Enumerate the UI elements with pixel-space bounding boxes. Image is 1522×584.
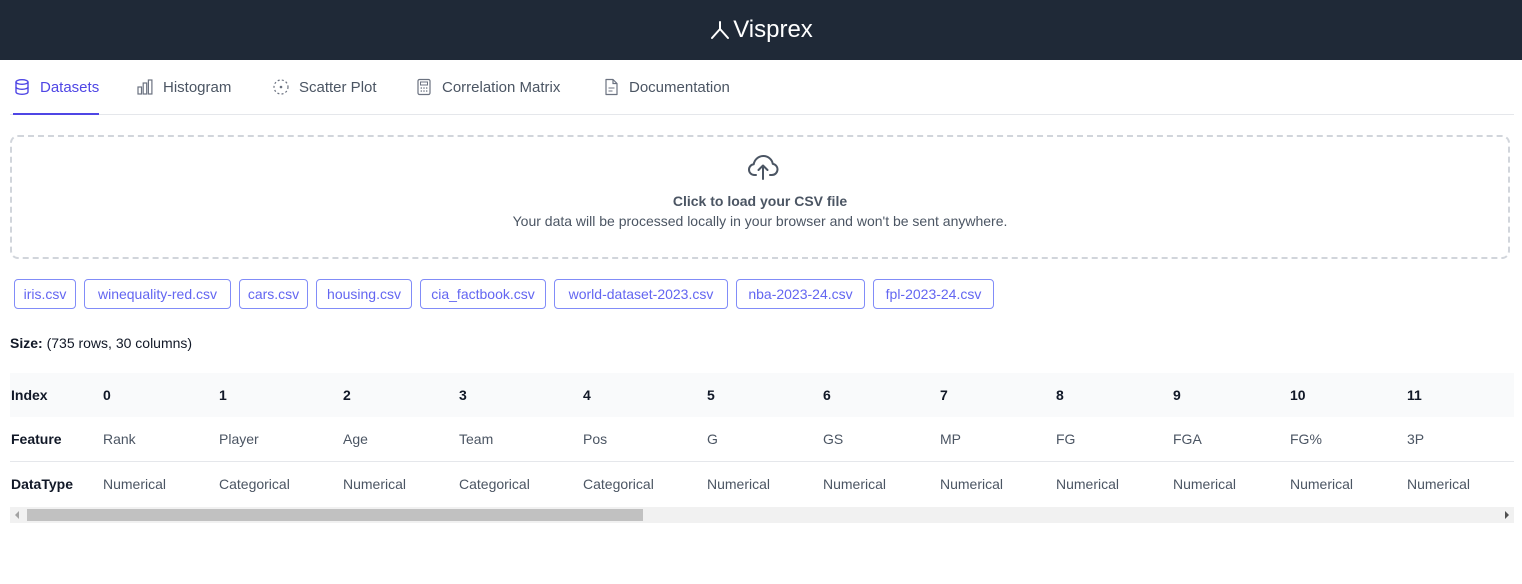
feature-cell: 3P (1407, 431, 1425, 447)
feature-cell: G (707, 431, 718, 447)
table-row-index: Index 0 1 2 3 4 5 6 7 8 9 10 11 (10, 373, 1514, 417)
feature-cell: MP (940, 431, 961, 447)
feature-cell: Age (343, 431, 368, 447)
calculator-icon (417, 78, 431, 96)
top-navbar: Visprex (0, 0, 1522, 60)
tab-histogram[interactable]: Histogram (136, 60, 231, 114)
datatype-cell: Numerical (1173, 476, 1237, 492)
tab-label: Scatter Plot (299, 78, 377, 96)
app-title: Visprex (733, 16, 813, 43)
scroll-right-arrow-icon[interactable] (1505, 511, 1509, 519)
row-label-feature: Feature (11, 431, 62, 447)
dataset-chip-housing[interactable]: housing.csv (316, 279, 412, 309)
datatype-cell: Numerical (343, 476, 407, 492)
tab-label: Histogram (163, 78, 232, 96)
tab-label: Datasets (40, 78, 100, 96)
row-label-index: Index (11, 387, 48, 403)
size-label: Size: (10, 335, 43, 351)
scrollbar-thumb[interactable] (27, 509, 643, 521)
datatype-cell: Numerical (1407, 476, 1471, 492)
dataset-chip-nba-2023-24[interactable]: nba-2023-24.csv (736, 279, 865, 309)
upload-subtitle: Your data will be processed locally in y… (512, 213, 1008, 229)
feature-cell: FG% (1290, 431, 1322, 447)
index-cell: 1 (219, 387, 227, 403)
document-icon (605, 78, 618, 96)
feature-cell: Team (459, 431, 494, 447)
upload-title: Click to load your CSV file (672, 193, 848, 209)
schema-table: Index 0 1 2 3 4 5 6 7 8 9 10 11 Feature … (10, 373, 1514, 506)
feature-cell: Pos (583, 431, 608, 447)
feature-cell: FG (1056, 431, 1076, 447)
index-cell: 11 (1407, 387, 1422, 403)
scroll-left-arrow-icon[interactable] (15, 511, 19, 519)
datatype-cell: Numerical (1290, 476, 1354, 492)
cloud-upload-icon (748, 155, 779, 180)
datatype-cell: Categorical (583, 476, 654, 492)
table-row-feature: Feature Rank Player Age Team Pos G GS MP… (10, 417, 1514, 462)
datatype-cell: Categorical (459, 476, 530, 492)
index-cell: 8 (1056, 387, 1064, 403)
dataset-size: Size: (735 rows, 30 columns) (10, 335, 192, 351)
scatter-icon (273, 79, 289, 95)
index-cell: 0 (103, 387, 111, 403)
datatype-cell: Numerical (1056, 476, 1120, 492)
datatype-cell: Numerical (103, 476, 167, 492)
feature-cell: GS (823, 431, 844, 447)
feature-cell: Rank (103, 431, 136, 447)
datatype-cell: Numerical (823, 476, 887, 492)
dataset-chip-iris[interactable]: iris.csv (14, 279, 76, 309)
table-row-datatype: DataType Numerical Categorical Numerical… (10, 462, 1514, 506)
size-value: (735 rows, 30 columns) (46, 335, 193, 351)
dataset-chip-cia-factbook[interactable]: cia_factbook.csv (420, 279, 546, 309)
datatype-cell: Numerical (707, 476, 771, 492)
index-cell: 10 (1290, 387, 1306, 403)
tab-label: Documentation (629, 78, 730, 96)
index-cell: 4 (583, 387, 591, 403)
brand[interactable]: Visprex (709, 16, 813, 44)
row-label-datatype: DataType (11, 476, 73, 492)
tab-documentation[interactable]: Documentation (602, 60, 730, 114)
index-cell: 6 (823, 387, 831, 403)
datatype-cell: Categorical (219, 476, 290, 492)
dataset-chip-world-dataset-2023[interactable]: world-dataset-2023.csv (554, 279, 728, 309)
index-cell: 3 (459, 387, 467, 403)
dataset-chip-cars[interactable]: cars.csv (239, 279, 308, 309)
tab-correlation-matrix[interactable]: Correlation Matrix (415, 60, 560, 114)
csv-upload-dropzone[interactable]: Click to load your CSV file Your data wi… (10, 135, 1510, 259)
datatype-cell: Numerical (940, 476, 1004, 492)
database-icon (15, 79, 29, 96)
horizontal-scrollbar[interactable] (10, 507, 1514, 523)
visprex-logo-icon (711, 21, 730, 39)
index-cell: 5 (707, 387, 715, 403)
tab-scatter-plot[interactable]: Scatter Plot (272, 60, 377, 114)
dataset-chip-winequality-red[interactable]: winequality-red.csv (84, 279, 231, 309)
tab-bar: Datasets Histogram Scatter Plot Correlat… (10, 60, 1514, 115)
bar-chart-icon (137, 79, 153, 95)
feature-cell: FGA (1173, 431, 1202, 447)
tab-datasets[interactable]: Datasets (13, 60, 100, 115)
dataset-chip-fpl-2023-24[interactable]: fpl-2023-24.csv (873, 279, 994, 309)
feature-cell: Player (219, 431, 259, 447)
index-cell: 2 (343, 387, 351, 403)
index-cell: 9 (1173, 387, 1181, 403)
index-cell: 7 (940, 387, 948, 403)
tab-label: Correlation Matrix (442, 78, 561, 96)
